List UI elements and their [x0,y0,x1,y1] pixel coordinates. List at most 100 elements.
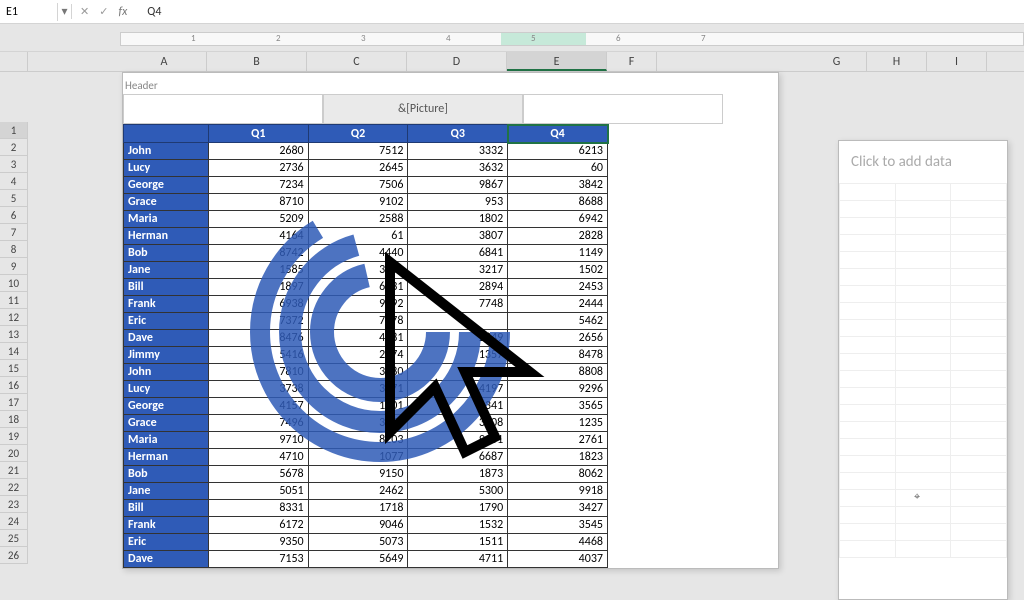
row-header[interactable]: 18 [0,411,28,428]
row-name-cell[interactable]: Frank [124,296,209,313]
table-header[interactable]: Q3 [408,125,508,143]
header-left[interactable] [123,94,323,124]
fx-icon[interactable]: fx [118,5,127,19]
data-cell[interactable]: 3427 [508,500,608,517]
data-cell[interactable]: 8808 [508,364,608,381]
data-cell[interactable]: 4197 [408,381,508,398]
col-header-e[interactable]: E [507,52,607,71]
data-cell[interactable]: 7578 [308,313,408,330]
data-cell[interactable]: 4037 [508,551,608,568]
row-name-cell[interactable]: Eric [124,313,209,330]
table-row[interactable]: Herman4710107766871823 [124,449,608,466]
row-header[interactable]: 22 [0,479,28,496]
data-cell[interactable]: 6931 [308,279,408,296]
col-header-d[interactable]: D [407,52,507,71]
row-header[interactable]: 5 [0,190,28,207]
data-cell[interactable]: 9710 [208,432,308,449]
data-cell[interactable]: 8331 [208,500,308,517]
data-cell[interactable]: 7512 [308,143,408,160]
data-cell[interactable]: 3856 [308,415,408,432]
data-cell[interactable]: 1718 [308,500,408,517]
data-cell[interactable]: 60 [508,160,608,177]
data-cell[interactable]: 3332 [408,143,508,160]
data-cell[interactable]: 5073 [308,534,408,551]
table-row[interactable]: Eric9350507315114468 [124,534,608,551]
data-cell[interactable]: 3508 [408,415,508,432]
data-cell[interactable]: 8203 [308,432,408,449]
row-name-cell[interactable]: Jane [124,262,209,279]
data-cell[interactable]: 5209 [208,211,308,228]
data-cell[interactable]: 8710 [208,194,308,211]
row-header[interactable]: 21 [0,462,28,479]
data-cell[interactable]: 5462 [508,313,608,330]
table-header[interactable]: Q4 [508,125,608,143]
table-row[interactable]: Herman41646138072828 [124,228,608,245]
data-cell[interactable]: 6172 [208,517,308,534]
data-cell[interactable]: 4468 [508,534,608,551]
table-row[interactable]: Bob8742444068411149 [124,245,608,262]
row-name-cell[interactable]: Lucy [124,381,209,398]
data-cell[interactable]: 9867 [408,177,508,194]
data-cell[interactable]: 953 [408,194,508,211]
data-cell[interactable]: 1532 [408,517,508,534]
data-cell[interactable]: 3969 [308,262,408,279]
data-cell[interactable] [408,313,508,330]
data-cell[interactable]: 1802 [408,211,508,228]
data-cell[interactable]: 3632 [408,160,508,177]
row-header[interactable]: 10 [0,275,28,292]
row-header[interactable]: 25 [0,530,28,547]
row-name-cell[interactable]: Eric [124,534,209,551]
col-header-h[interactable]: H [867,52,927,71]
row-name-cell[interactable]: Bob [124,466,209,483]
row-header[interactable]: 3 [0,156,28,173]
data-cell[interactable]: 2894 [408,279,508,296]
table-header[interactable]: Q1 [208,125,308,143]
data-cell[interactable]: 2849 [408,330,508,347]
data-cell[interactable]: 2656 [508,330,608,347]
data-cell[interactable]: 5416 [208,347,308,364]
row-header[interactable]: 4 [0,173,28,190]
data-cell[interactable]: 4981 [308,330,408,347]
table-row[interactable]: Grace7496385635081235 [124,415,608,432]
data-cell[interactable]: 2444 [508,296,608,313]
add-data-placeholder[interactable]: Click to add data [839,141,1007,183]
data-cell[interactable]: 1823 [508,449,608,466]
data-cell[interactable]: 1149 [508,245,608,262]
data-cell[interactable]: 3780 [308,364,408,381]
data-cell[interactable]: 1873 [408,466,508,483]
row-header[interactable]: 11 [0,292,28,309]
row-header[interactable]: 24 [0,513,28,530]
data-cell[interactable]: 2736 [208,160,308,177]
formula-input[interactable]: Q4 [137,5,161,19]
data-cell[interactable]: 6687 [408,449,508,466]
data-cell[interactable]: 6213 [508,143,608,160]
data-cell[interactable]: 2680 [208,143,308,160]
data-cell[interactable]: 7496 [208,415,308,432]
row-name-cell[interactable]: Herman [124,228,209,245]
select-all-corner[interactable] [0,52,28,71]
table-row[interactable]: Dave8476498128492656 [124,330,608,347]
table-row[interactable]: Bill8331171817903427 [124,500,608,517]
table-row[interactable]: Lucy3738307141979296 [124,381,608,398]
row-name-cell[interactable]: Maria [124,211,209,228]
data-cell[interactable]: 1341 [408,398,508,415]
data-cell[interactable]: 4164 [208,228,308,245]
header-right[interactable] [523,94,723,124]
data-cell[interactable]: 9901 [408,432,508,449]
table-row[interactable]: Maria9710820399012761 [124,432,608,449]
row-name-cell[interactable]: Bob [124,245,209,262]
data-cell[interactable]: 1235 [508,415,608,432]
table-row[interactable]: George4157140113413565 [124,398,608,415]
table-row[interactable]: Lucy27362645363260 [124,160,608,177]
data-cell[interactable]: 1511 [408,534,508,551]
col-header-a[interactable]: A [122,52,207,71]
table-row[interactable]: Bob5678915018738062 [124,466,608,483]
table-row[interactable]: George7234750698673842 [124,177,608,194]
col-header-g[interactable]: G [807,52,867,71]
row-header[interactable]: 7 [0,224,28,241]
data-cell[interactable]: 9102 [308,194,408,211]
col-header-f[interactable]: F [607,52,657,71]
table-header[interactable]: Q2 [308,125,408,143]
data-cell[interactable]: 7372 [208,313,308,330]
data-cell[interactable]: 4710 [208,449,308,466]
